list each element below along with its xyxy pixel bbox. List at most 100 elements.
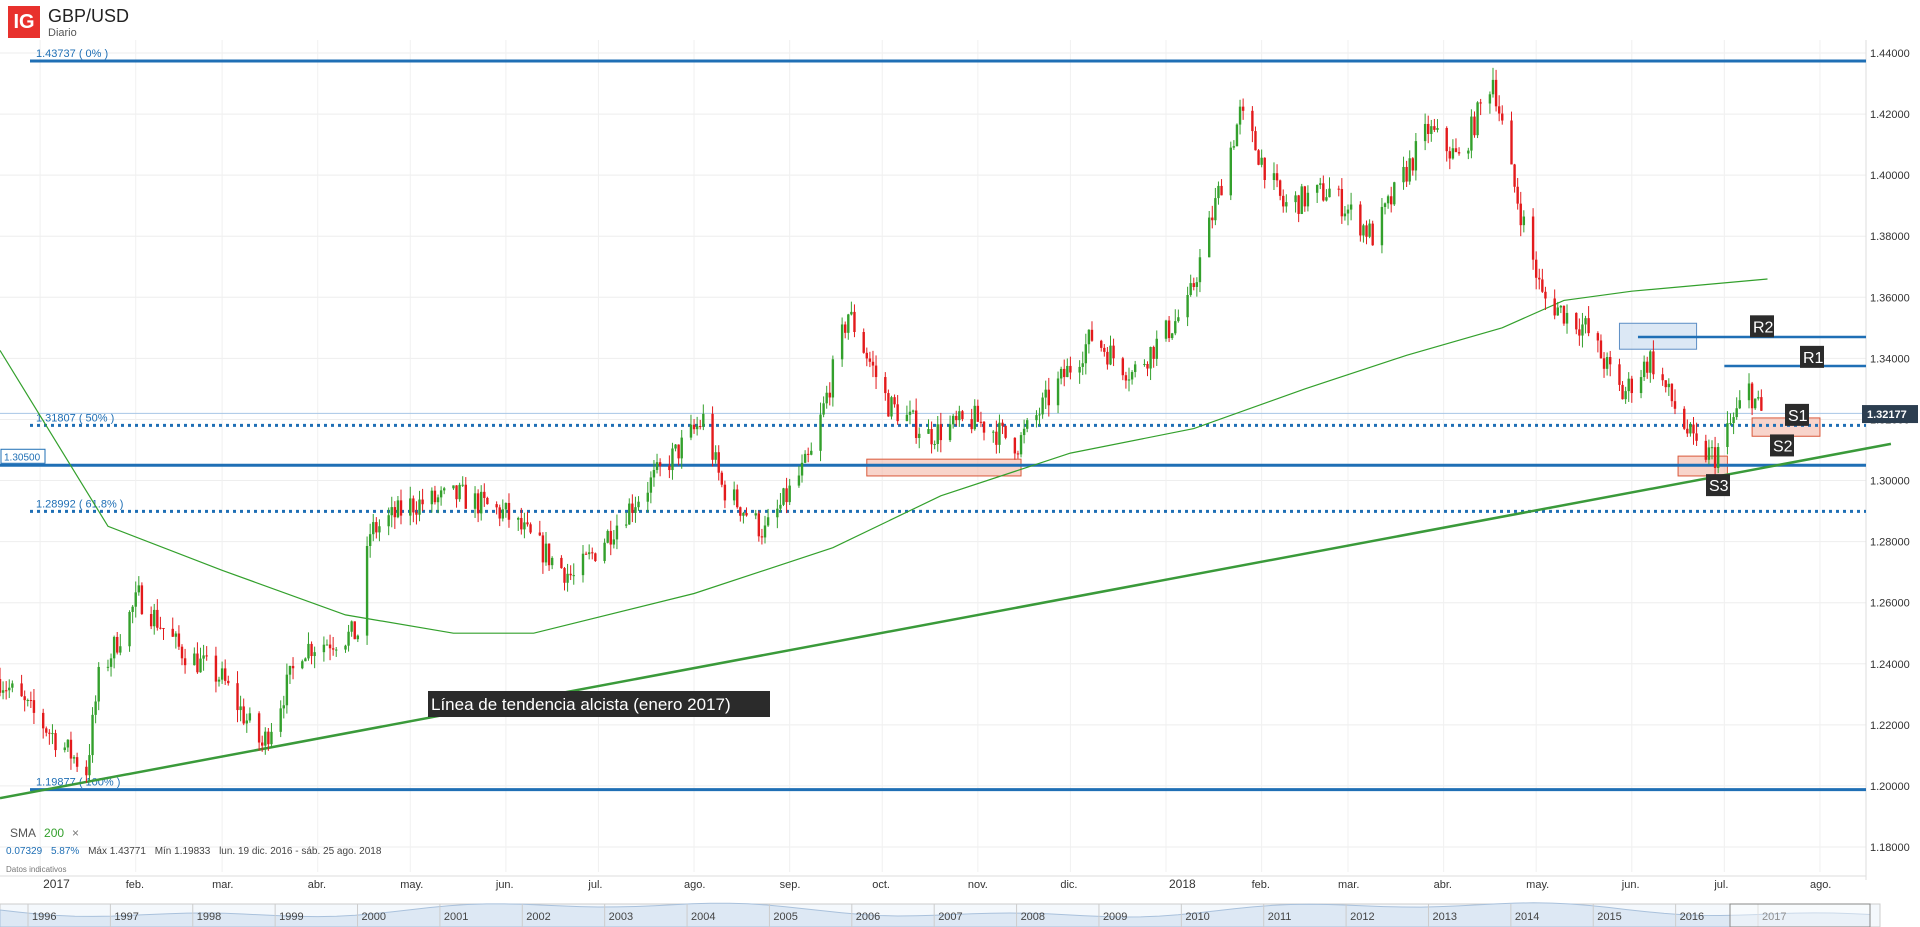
candle-up <box>1343 213 1347 217</box>
candle-up <box>1127 379 1131 381</box>
candle-up <box>1189 283 1192 295</box>
candle-down <box>1001 422 1004 426</box>
candle-up <box>810 450 813 455</box>
candle-up <box>742 512 745 516</box>
x-tick-label: 2017 <box>43 877 70 891</box>
candle-down <box>1192 283 1195 287</box>
candle-up <box>1044 389 1047 398</box>
candle-up <box>1066 365 1069 378</box>
candle-down <box>1263 157 1266 180</box>
candle-down <box>260 742 264 746</box>
candle-up <box>646 492 649 502</box>
candle-down <box>1427 123 1430 135</box>
candle-down <box>699 426 702 428</box>
candle-down <box>1516 186 1519 204</box>
candle-down <box>1124 375 1128 381</box>
candle-up <box>356 635 360 640</box>
candle-down <box>1152 346 1155 359</box>
candle-up <box>1707 447 1711 460</box>
candle-up <box>1084 344 1088 364</box>
candle-up <box>153 609 156 627</box>
candle-down <box>609 530 612 545</box>
candle-down <box>1587 318 1590 334</box>
chart-area[interactable]: 1.44000 1.42000 1.40000 1.38000 1.36000 1.340… <box>0 0 1920 927</box>
candle-down <box>1303 186 1307 207</box>
candle-up <box>1349 204 1353 210</box>
ig-logo: IG <box>8 6 40 38</box>
candle-up <box>714 452 717 460</box>
candle-down <box>1241 106 1245 111</box>
candle-up <box>850 311 853 315</box>
candle-down <box>939 424 943 441</box>
sma-period[interactable]: 200 <box>44 826 64 840</box>
candle-up <box>766 517 770 526</box>
candle-up <box>1556 307 1559 316</box>
candle-down <box>1575 312 1578 330</box>
candle-down <box>1454 148 1458 153</box>
candle-up <box>840 324 844 360</box>
candle-up <box>1059 368 1063 379</box>
candle-up <box>1414 141 1418 171</box>
candle-up <box>501 509 505 519</box>
candle-down <box>1278 180 1282 196</box>
y-tick-label: 1.20000 <box>1870 781 1910 793</box>
candle-up <box>1436 128 1439 130</box>
candle-down <box>1519 203 1522 226</box>
sma-indicator-legend[interactable]: SMA 200 × <box>10 826 79 840</box>
candle-up <box>1315 184 1319 193</box>
candle-up <box>1109 345 1112 365</box>
candle-down <box>45 728 48 733</box>
x-tick-label: abr. <box>1434 879 1452 891</box>
candle-up <box>831 359 835 398</box>
candle-down <box>1251 110 1254 132</box>
candle-up <box>1362 225 1365 236</box>
candle-down <box>1254 131 1257 151</box>
candle-up <box>763 525 767 538</box>
grid-lines <box>0 40 1866 872</box>
candle-down <box>1359 204 1362 236</box>
candle-up <box>365 545 369 636</box>
candle-up <box>1235 124 1239 147</box>
candle-up <box>587 552 591 555</box>
candle-down <box>658 462 662 466</box>
candle-down <box>1479 102 1482 104</box>
level-badge-label: R2 <box>1753 319 1774 336</box>
candle-up <box>1026 420 1029 429</box>
candle-down <box>507 502 511 520</box>
candle-down <box>310 643 313 657</box>
candle-down <box>214 655 218 682</box>
candle-up <box>615 525 619 540</box>
candle-up <box>1186 294 1189 318</box>
candle-up <box>131 606 134 612</box>
candle-down <box>1652 351 1655 375</box>
candle-down <box>455 485 458 500</box>
change-value: 0.07329 <box>6 846 43 857</box>
candle-down <box>412 498 415 513</box>
candle-down <box>692 424 696 430</box>
candle-up <box>517 517 520 520</box>
navigator-year-label: 1996 <box>32 911 56 923</box>
candle-up <box>8 687 11 691</box>
x-tick-label: oct. <box>872 879 890 891</box>
navigator-selection-handle[interactable] <box>1729 903 1871 927</box>
candle-down <box>498 507 501 519</box>
y-tick-label: 1.28000 <box>1870 537 1910 549</box>
candle-down <box>69 739 73 759</box>
fibonacci-level-label: 1.31807 ( 50% ) <box>36 412 114 424</box>
candle-down <box>1661 374 1664 381</box>
candle-up <box>387 515 390 527</box>
candle-down <box>1047 389 1050 406</box>
remove-indicator-icon[interactable]: × <box>72 826 79 840</box>
candle-up <box>776 508 779 518</box>
uptrend-line <box>0 442 1892 800</box>
candle-up <box>1467 150 1470 154</box>
candle-up <box>890 397 893 417</box>
candle-up <box>612 539 616 545</box>
candle-up <box>1081 363 1084 367</box>
candle-up <box>1584 318 1587 325</box>
candle-down <box>1683 408 1686 429</box>
candle-down <box>979 421 983 423</box>
symbol-title: GBP/USD <box>48 6 130 26</box>
candle-down <box>156 609 159 628</box>
candle-down <box>1630 378 1634 394</box>
